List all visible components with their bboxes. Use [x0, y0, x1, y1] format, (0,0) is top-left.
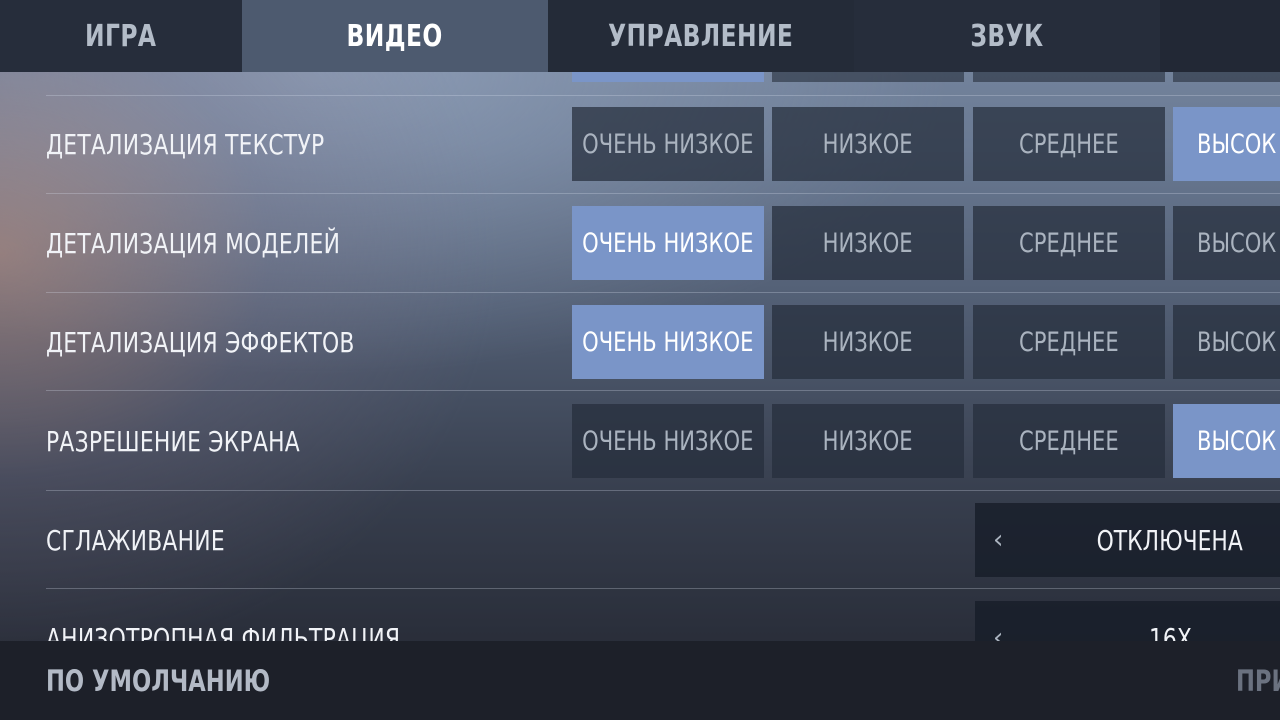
option-high[interactable]: ВЫСОК — [1173, 206, 1280, 280]
previous-row-option — [1173, 72, 1280, 82]
option-medium[interactable]: СРЕДНЕЕ — [973, 305, 1165, 379]
setting-label: ДЕТАЛИЗАЦИЯ ЭФФЕКТОВ — [46, 325, 355, 359]
option-high[interactable]: ВЫСОК — [1173, 305, 1280, 379]
tab-controls[interactable]: УПРАВЛЕНИЕ — [548, 0, 854, 72]
option-low[interactable]: НИЗКОЕ — [772, 404, 964, 478]
previous-row-selected-option — [572, 72, 764, 82]
tab-bar-filler — [1160, 0, 1280, 72]
previous-row-option — [973, 72, 1165, 82]
setting-row-antialiasing: СГЛАЖИВАНИЕ ‹ ОТКЛЮЧЕНА — [46, 491, 1280, 589]
option-low[interactable]: НИЗКОЕ — [772, 206, 964, 280]
option-very-low[interactable]: ОЧЕНЬ НИЗКОЕ — [572, 305, 764, 379]
footer-bar: ПО УМОЛЧАНИЮ ПРИ — [0, 641, 1280, 720]
setting-label: ДЕТАЛИЗАЦИЯ МОДЕЛЕЙ — [46, 226, 341, 260]
chevron-left-icon[interactable]: ‹ — [993, 503, 1003, 577]
option-very-low[interactable]: ОЧЕНЬ НИЗКОЕ — [572, 107, 764, 181]
option-medium[interactable]: СРЕДНЕЕ — [973, 206, 1165, 280]
tab-bar: ИГРА ВИДЕО УПРАВЛЕНИЕ ЗВУК — [0, 0, 1280, 72]
previous-row-option — [772, 72, 964, 82]
reset-defaults-button[interactable]: ПО УМОЛЧАНИЮ — [46, 641, 333, 720]
tab-sound-label: ЗВУК — [970, 18, 1044, 54]
option-very-low[interactable]: ОЧЕНЬ НИЗКОЕ — [572, 206, 764, 280]
option-low[interactable]: НИЗКОЕ — [772, 305, 964, 379]
option-high[interactable]: ВЫСОК — [1173, 404, 1280, 478]
setting-label: ДЕТАЛИЗАЦИЯ ТЕКСТУР — [46, 127, 325, 161]
tab-game[interactable]: ИГРА — [0, 0, 242, 72]
setting-row-screen-resolution: РАЗРЕШЕНИЕ ЭКРАНА ОЧЕНЬ НИЗКОЕ НИЗКОЕ СР… — [46, 392, 1280, 490]
tab-video-label: ВИДЕО — [346, 18, 444, 54]
option-very-low[interactable]: ОЧЕНЬ НИЗКОЕ — [572, 404, 764, 478]
tab-sound[interactable]: ЗВУК — [854, 0, 1160, 72]
setting-label: СГЛАЖИВАНИЕ — [46, 523, 225, 557]
option-medium[interactable]: СРЕДНЕЕ — [973, 107, 1165, 181]
setting-row-effects-detail: ДЕТАЛИЗАЦИЯ ЭФФЕКТОВ ОЧЕНЬ НИЗКОЕ НИЗКОЕ… — [46, 293, 1280, 391]
option-high[interactable]: ВЫСОК — [1173, 107, 1280, 181]
selector-value: ОТКЛЮЧЕНА — [1096, 523, 1244, 557]
setting-row-texture-detail: ДЕТАЛИЗАЦИЯ ТЕКСТУР ОЧЕНЬ НИЗКОЕ НИЗКОЕ … — [46, 95, 1280, 193]
option-low[interactable]: НИЗКОЕ — [772, 107, 964, 181]
tab-controls-label: УПРАВЛЕНИЕ — [608, 18, 794, 54]
setting-label: РАЗРЕШЕНИЕ ЭКРАНА — [46, 424, 300, 458]
setting-row-model-detail: ДЕТАЛИЗАЦИЯ МОДЕЛЕЙ ОЧЕНЬ НИЗКОЕ НИЗКОЕ … — [46, 194, 1280, 292]
tab-video[interactable]: ВИДЕО — [242, 0, 548, 72]
tab-game-label: ИГРА — [85, 18, 157, 54]
antialiasing-selector[interactable]: ‹ ОТКЛЮЧЕНА — [975, 503, 1280, 577]
option-medium[interactable]: СРЕДНЕЕ — [973, 404, 1165, 478]
apply-button[interactable]: ПРИ — [1236, 641, 1280, 720]
